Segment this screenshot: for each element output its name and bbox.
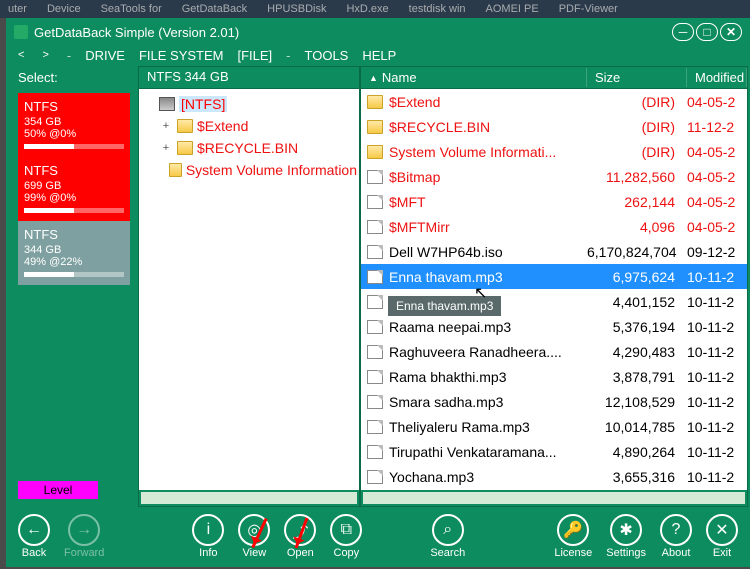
file-scrollbar[interactable]: [361, 490, 747, 506]
select-label: Select:: [18, 70, 130, 85]
file-icon: [367, 270, 383, 284]
file-row[interactable]: $MFT262,14404-05-2: [361, 189, 747, 214]
drive-card[interactable]: NTFS699 GB99% @0%: [18, 157, 130, 221]
app-icon: [14, 25, 28, 39]
file-icon: [367, 245, 383, 259]
folder-icon: [367, 145, 383, 159]
file-icon: [367, 445, 383, 459]
copy-button[interactable]: ⧉Copy: [330, 514, 362, 559]
col-name[interactable]: ▲Name: [361, 68, 587, 87]
file-icon: [367, 320, 383, 334]
file-icon: [367, 395, 383, 409]
file-icon: [367, 370, 383, 384]
tree-item[interactable]: +$Extend: [141, 115, 357, 137]
tree-header: NTFS 344 GB: [139, 67, 359, 89]
taskbar-item[interactable]: PDF-Viewer: [559, 3, 618, 15]
tree-item[interactable]: +$RECYCLE.BIN: [141, 137, 357, 159]
taskbar-item[interactable]: Device: [47, 3, 81, 15]
folder-icon: [367, 120, 383, 134]
file-row[interactable]: $Bitmap11,282,56004-05-2: [361, 164, 747, 189]
file-row[interactable]: Raama neepai.mp35,376,19410-11-2: [361, 314, 747, 339]
about-button[interactable]: ?About: [660, 514, 692, 559]
exit-button[interactable]: ✕Exit: [706, 514, 738, 559]
folder-icon: [169, 163, 182, 177]
close-button[interactable]: ✕: [720, 23, 742, 41]
menu-drive[interactable]: DRIVE: [85, 48, 125, 63]
level-button[interactable]: Level: [18, 481, 98, 499]
menu-filesystem[interactable]: FILE SYSTEM: [139, 48, 224, 63]
file-icon: [367, 170, 383, 184]
file-row[interactable]: Smara sadha.mp312,108,52910-11-2: [361, 389, 747, 414]
taskbar-item[interactable]: SeaTools for: [101, 3, 162, 15]
file-row[interactable]: Theliyaleru Rama.mp310,014,78510-11-2: [361, 414, 747, 439]
back-button[interactable]: ←Back: [18, 514, 50, 559]
taskbar-item[interactable]: AOMEI PE: [486, 3, 539, 15]
folder-icon: [367, 95, 383, 109]
file-icon: [367, 345, 383, 359]
file-icon: [367, 220, 383, 234]
file-row[interactable]: Nبـــــــــــــــــ34,401,15210-11-2: [361, 289, 747, 314]
file-icon: [367, 470, 383, 484]
file-icon: [367, 295, 383, 309]
file-icon: [367, 420, 383, 434]
taskbar-item[interactable]: GetDataBack: [182, 3, 247, 15]
nav-back-small[interactable]: <: [18, 49, 24, 61]
app-window: GetDataBack Simple (Version 2.01) ─ □ ✕ …: [6, 18, 750, 567]
col-modified[interactable]: Modified: [687, 68, 747, 87]
taskbar-item[interactable]: uter: [8, 3, 27, 15]
file-row[interactable]: Yochana.mp33,655,31610-11-2: [361, 464, 747, 489]
tree-item[interactable]: System Volume Information: [141, 159, 357, 181]
tree-panel: NTFS 344 GB [NTFS]+$Extend+$RECYCLE.BINS…: [138, 66, 360, 507]
file-row[interactable]: Raghuveera Ranadheera....4,290,48310-11-…: [361, 339, 747, 364]
drive-icon: [159, 97, 175, 111]
tree-item[interactable]: [NTFS]: [141, 93, 357, 115]
forward-button[interactable]: →Forward: [64, 514, 104, 559]
title-bar: GetDataBack Simple (Version 2.01) ─ □ ✕: [8, 20, 748, 44]
taskbar-item[interactable]: testdisk win: [409, 3, 466, 15]
nav-fwd-small[interactable]: >: [42, 49, 48, 61]
file-row[interactable]: Tirupathi Venkataramana...4,890,26410-11…: [361, 439, 747, 464]
view-button[interactable]: ◎View: [238, 514, 270, 559]
settings-button[interactable]: ✱Settings: [606, 514, 646, 559]
tree-scrollbar[interactable]: [139, 490, 359, 506]
file-row[interactable]: $MFTMirr4,09604-05-2: [361, 214, 747, 239]
drive-panel: Select: NTFS354 GB50% @0%NTFS699 GB99% @…: [8, 66, 138, 507]
file-row[interactable]: Dell W7HP64b.iso6,170,824,70409-12-2: [361, 239, 747, 264]
file-row[interactable]: $RECYCLE.BIN(DIR)11-12-2: [361, 114, 747, 139]
window-title: GetDataBack Simple (Version 2.01): [34, 25, 239, 40]
menu-bar: < > - DRIVE FILE SYSTEM [FILE] - TOOLS H…: [8, 44, 748, 66]
drive-card[interactable]: NTFS354 GB50% @0%: [18, 93, 130, 157]
menu-help[interactable]: HELP: [362, 48, 396, 63]
taskbar-item[interactable]: HPUSBDisk: [267, 3, 326, 15]
desktop-taskbar: uter Device SeaTools for GetDataBack HPUSBDi…: [0, 0, 750, 18]
bottom-toolbar: ←Back →Forward iInfo ◎View ⤴Open ⧉Copy ⌕…: [8, 507, 748, 565]
license-button[interactable]: 🔑License: [554, 514, 592, 559]
info-button[interactable]: iInfo: [192, 514, 224, 559]
file-row[interactable]: Rama bhakthi.mp33,878,79110-11-2: [361, 364, 747, 389]
search-button[interactable]: ⌕Search: [430, 514, 465, 559]
col-size[interactable]: Size: [587, 68, 687, 87]
drive-card[interactable]: NTFS344 GB49% @22%: [18, 221, 130, 285]
file-header: ▲Name Size Modified: [361, 67, 747, 89]
file-row[interactable]: $Extend(DIR)04-05-2: [361, 89, 747, 114]
file-icon: [367, 195, 383, 209]
folder-icon: [177, 119, 193, 133]
file-row[interactable]: Enna thavam.mp36,975,62410-11-2: [361, 264, 747, 289]
folder-icon: [177, 141, 193, 155]
maximize-button[interactable]: □: [696, 23, 718, 41]
file-panel: ▲Name Size Modified $Extend(DIR)04-05-2$…: [360, 66, 748, 507]
menu-file[interactable]: [FILE]: [237, 48, 272, 63]
minimize-button[interactable]: ─: [672, 23, 694, 41]
file-row[interactable]: System Volume Informati...(DIR)04-05-2: [361, 139, 747, 164]
taskbar-item[interactable]: HxD.exe: [346, 3, 388, 15]
open-button[interactable]: ⤴Open: [284, 514, 316, 559]
menu-tools[interactable]: TOOLS: [305, 48, 349, 63]
